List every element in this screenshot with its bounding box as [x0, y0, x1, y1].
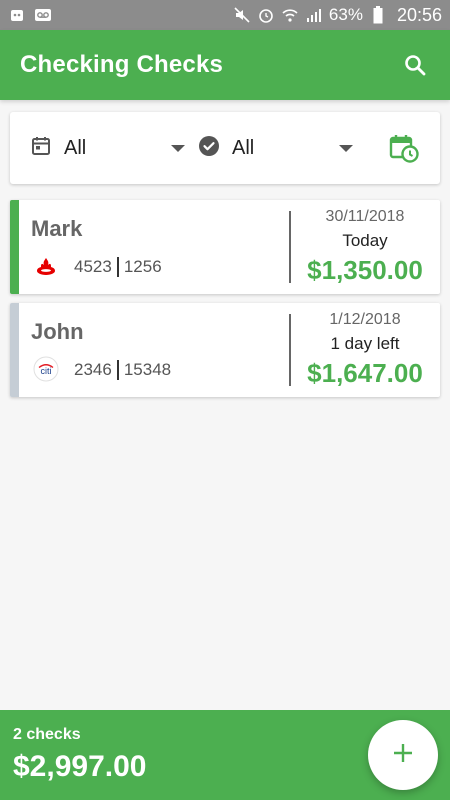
- payee-name: John: [31, 319, 84, 344]
- wifi-icon: [281, 6, 299, 24]
- check-amount: $1,647.00: [307, 358, 423, 388]
- mute-icon: [233, 6, 251, 24]
- check-circle-icon: [198, 135, 220, 162]
- app-bar: Checking Checks: [0, 30, 450, 100]
- check-summary: 1/12/2018 1 day left $1,647.00: [295, 303, 435, 397]
- date-filter-dropdown[interactable]: All: [30, 135, 185, 162]
- status-accent-bar: [10, 200, 19, 294]
- payee-name: Mark: [31, 216, 83, 241]
- app-title: Checking Checks: [20, 51, 224, 78]
- check-count: 2 checks: [13, 726, 81, 743]
- status-accent-bar: [10, 303, 19, 397]
- alarm-icon: [257, 6, 275, 24]
- date-filter-value: All: [64, 136, 87, 159]
- account-number: 2346: [74, 360, 112, 379]
- separator: [116, 360, 119, 380]
- divider: [289, 314, 291, 386]
- voicemail-icon: [34, 6, 52, 24]
- check-amount: $1,350.00: [307, 255, 423, 285]
- filter-bar: All All: [10, 112, 440, 184]
- search-icon[interactable]: [400, 50, 430, 80]
- check-date: 30/11/2018: [325, 208, 405, 225]
- chevron-down-icon: [171, 144, 185, 152]
- plus-icon: [391, 741, 415, 770]
- due-status: Today: [342, 231, 388, 250]
- check-number: 1256: [123, 257, 162, 276]
- status-time: 20:56: [396, 4, 442, 25]
- account-number: 4523: [74, 257, 112, 276]
- battery-percent: 63%: [328, 5, 363, 24]
- check-date: 1/12/2018: [329, 311, 401, 328]
- santander-logo: [31, 253, 61, 279]
- signal-icon: [305, 6, 323, 24]
- status-filter-value: All: [232, 136, 255, 159]
- citi-logo: citi: [31, 356, 61, 382]
- calendar-clock-icon[interactable]: [388, 132, 420, 164]
- battery-icon: [369, 6, 387, 24]
- check-card[interactable]: Mark 4523 1256 30/11/2018 Today $1,350.0…: [10, 200, 440, 294]
- app-notification-icon: [8, 6, 26, 24]
- check-card[interactable]: John citi 2346 15348 1/12/2018 1 day lef…: [10, 303, 440, 397]
- account-info: 4523 1256: [74, 257, 162, 277]
- chevron-down-icon: [339, 144, 353, 152]
- separator: [116, 257, 119, 277]
- status-bar: 63% 20:56: [0, 0, 450, 30]
- add-check-button[interactable]: [368, 720, 438, 790]
- status-filter-dropdown[interactable]: All: [198, 135, 353, 162]
- calendar-icon: [30, 135, 52, 162]
- divider: [289, 211, 291, 283]
- account-info: 2346 15348: [74, 360, 171, 380]
- citi-logo-text: citi: [41, 366, 52, 376]
- check-number: 15348: [123, 360, 172, 379]
- due-status: 1 day left: [330, 334, 400, 353]
- total-amount: $2,997.00: [13, 750, 147, 783]
- check-summary: 30/11/2018 Today $1,350.00: [295, 200, 435, 294]
